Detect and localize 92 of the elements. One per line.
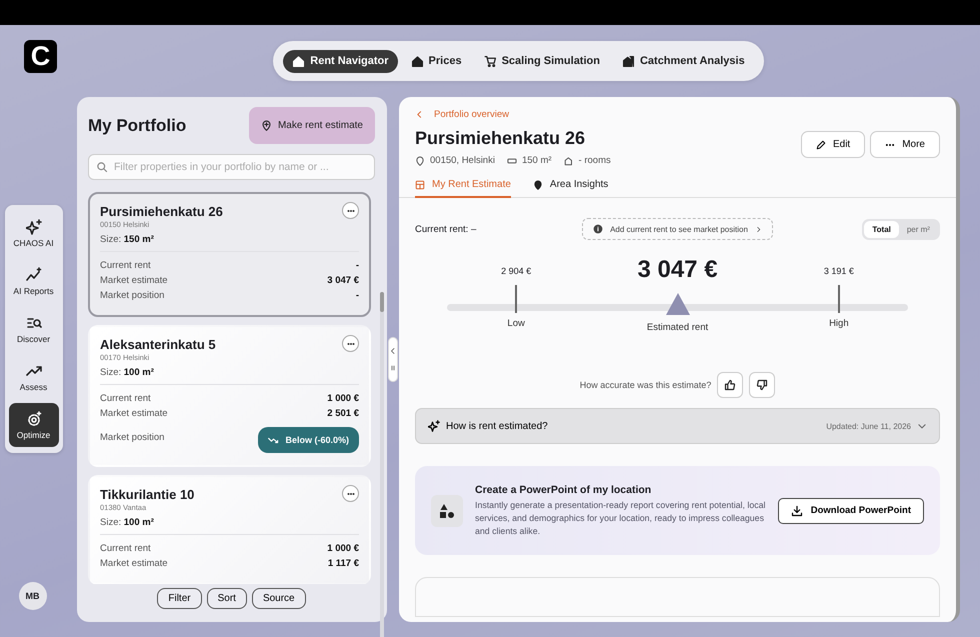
add-rent-hint[interactable]: Add current rent to see market position — [582, 218, 773, 240]
range-label: High — [829, 318, 849, 329]
toolbar-button[interactable]: Filter — [157, 588, 202, 609]
sparkle-icon — [428, 420, 440, 432]
property-meta: 150 m² — [522, 155, 552, 166]
property-title: Pursimiehenkatu 26 — [415, 128, 586, 149]
grip-icon — [389, 364, 397, 372]
collapse-handle[interactable] — [388, 337, 398, 382]
pin-icon — [415, 156, 425, 166]
market-position-badge: Below (-60.0%) — [258, 427, 359, 453]
row-value: 3 047 € — [327, 275, 359, 286]
row-value: 1 000 € — [327, 543, 359, 554]
info-icon — [593, 224, 604, 234]
nav-tab[interactable]: Catchment Analysis — [612, 50, 754, 72]
unit-option[interactable]: Total — [864, 220, 899, 238]
table-icon — [415, 180, 425, 190]
user-avatar[interactable]: MB — [18, 582, 46, 610]
row-label: Market position — [100, 432, 164, 442]
row-value: - — [356, 260, 359, 271]
chevron-left-icon — [415, 110, 424, 119]
range-value: 2 904 € — [501, 266, 532, 276]
thumbs-down-icon — [756, 379, 768, 391]
property-meta: 00150, Helsinki — [430, 155, 495, 166]
row-label: Market estimate — [100, 275, 168, 286]
sparkle-icon — [26, 218, 42, 234]
property-name: Aleksanterinkatu 5 — [100, 337, 217, 352]
pin-icon — [532, 180, 543, 190]
tab[interactable]: Area Insights — [532, 179, 608, 198]
chevron-right-icon — [754, 226, 762, 232]
row-value: 2 501 € — [327, 408, 359, 419]
house-icon — [410, 54, 424, 68]
pin-plus-icon — [260, 120, 272, 131]
unit-option[interactable]: per m² — [898, 220, 938, 238]
row-label: Market estimate — [100, 408, 168, 419]
thumbs-down-button[interactable] — [749, 372, 776, 398]
toolbar-button[interactable]: Source — [252, 588, 306, 609]
row-label: Current rent — [100, 260, 151, 271]
tab[interactable]: My Rent Estimate — [415, 179, 511, 198]
download-button[interactable]: Download PowerPoint — [778, 498, 924, 524]
gear-icon — [26, 410, 42, 426]
row-label: Market estimate — [100, 558, 168, 569]
row-label: Current rent — [100, 393, 151, 404]
more-options-button[interactable] — [342, 485, 359, 502]
action-button[interactable]: Edit — [800, 131, 866, 158]
more-options-button[interactable] — [342, 202, 359, 219]
property-name: Pursimiehenkatu 26 — [100, 204, 224, 219]
row-label: Current rent — [100, 543, 151, 554]
range-value: 3 191 € — [824, 266, 854, 276]
rail-item[interactable]: AI Reports — [8, 259, 58, 303]
row-label: Market position — [100, 290, 164, 301]
row-value: 1 000 € — [327, 393, 359, 404]
more-options-button[interactable] — [342, 335, 359, 352]
back-link[interactable]: Portfolio overview — [415, 109, 509, 120]
pencil-icon — [816, 140, 826, 150]
shapes-icon — [431, 494, 463, 527]
row-value: - — [356, 290, 359, 301]
rail-item[interactable]: Optimize — [8, 403, 58, 447]
chevron-left-icon — [389, 346, 397, 355]
property-meta: - rooms — [578, 155, 611, 166]
rail-item[interactable]: Discover — [8, 307, 58, 351]
estimate-info-accordion[interactable]: How is rent estimated? Updated: June 11, 2026 — [415, 408, 940, 444]
property-name: Tikkurilantie 10 — [100, 487, 196, 502]
make-estimate-button[interactable]: Make rent estimate — [248, 107, 375, 144]
nav-tab[interactable]: Prices — [402, 50, 471, 72]
rail-item[interactable]: Assess — [8, 355, 58, 399]
app-logo[interactable]: C — [24, 40, 57, 73]
search-field[interactable]: Filter properties in your portfolio by name or ... — [88, 154, 375, 180]
house-icon — [292, 54, 306, 68]
property-size: Size: 150 m² — [100, 234, 155, 245]
trend-sparkle-icon — [26, 266, 42, 282]
property-size: Size: 100 m² — [100, 367, 155, 378]
row-value: 1 117 € — [328, 558, 359, 569]
cart-icon — [484, 54, 497, 68]
promo-description: Instantly generate a presentation-ready report covering rent potential, local services, and demographics for your location, ready to impress colleagues and clients alike. — [475, 499, 766, 538]
range-label: Low — [507, 318, 525, 329]
panel-title: My Portfolio — [88, 116, 186, 136]
thumbs-up-button[interactable] — [717, 372, 744, 398]
download-icon — [790, 504, 803, 517]
current-rent: Current rent: – — [415, 224, 478, 234]
feedback-question: How accurate was this estimate? — [580, 380, 712, 390]
rail-item[interactable]: CHAOS AI — [8, 211, 58, 255]
toolbar-button[interactable]: Sort — [206, 588, 247, 609]
chevron-down-icon — [917, 421, 927, 431]
promo-title: Create a PowerPoint of my location — [475, 484, 652, 496]
action-button[interactable]: More — [870, 131, 940, 158]
nav-tab[interactable]: Scaling Simulation — [474, 50, 609, 72]
nav-tab[interactable]: Rent Navigator — [283, 50, 398, 72]
search-icon — [96, 161, 108, 173]
thumbs-up-icon — [724, 379, 736, 391]
estimated-rent-value: 3 047 € — [637, 256, 718, 284]
property-size: Size: 100 m² — [100, 517, 155, 528]
range-label: Estimated rent — [646, 322, 708, 333]
